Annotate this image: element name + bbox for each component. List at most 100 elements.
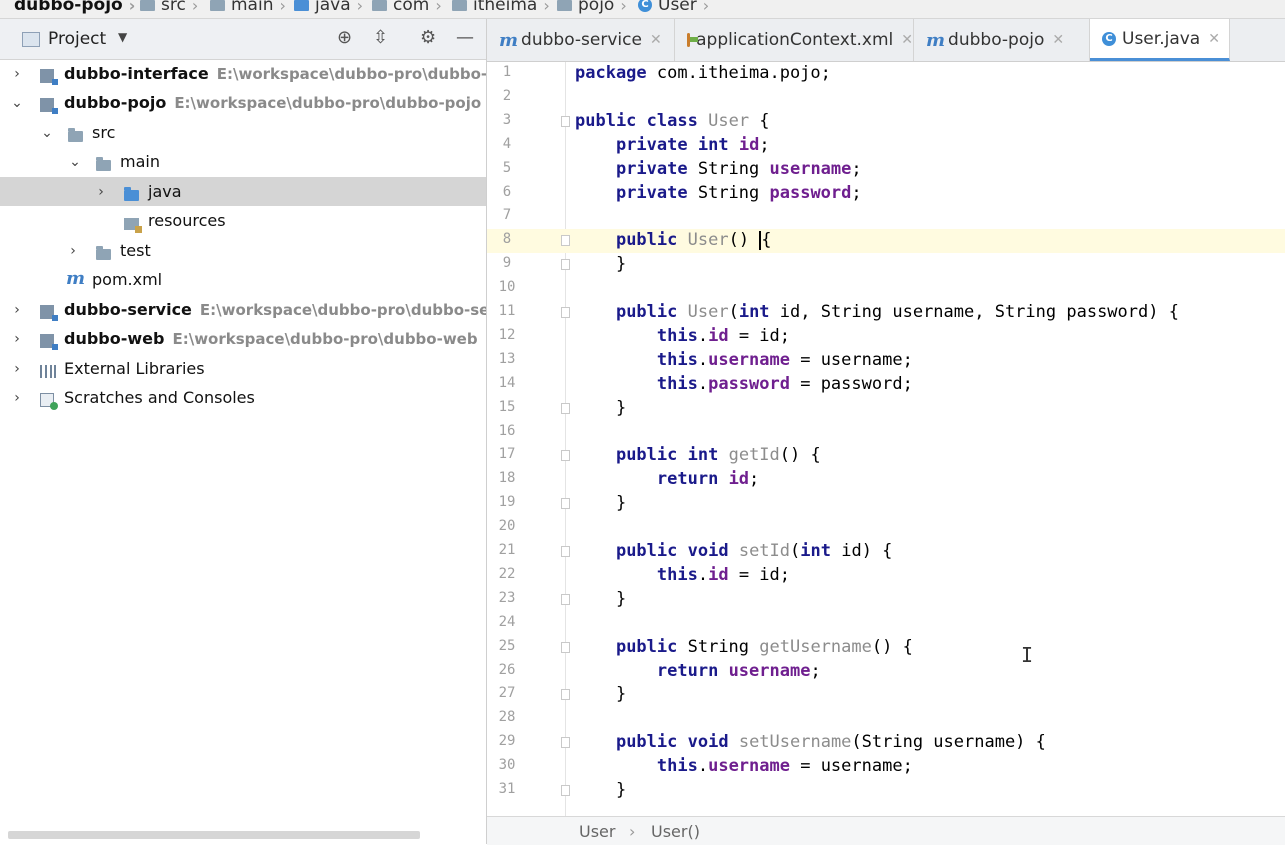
chevron-down-icon[interactable]: ▼: [118, 30, 127, 44]
project-panel-header: Project ▼ ⊕ ⇳ ⚙ —: [0, 19, 486, 60]
code-line[interactable]: 30 this.username = username;: [487, 755, 1285, 779]
chevron-right-icon[interactable]: ›: [10, 390, 24, 406]
code-line[interactable]: 17 public int getId() {: [487, 444, 1285, 468]
close-icon[interactable]: ✕: [901, 32, 913, 48]
tab-application-context-xml[interactable]: applicationContext.xml ✕: [675, 19, 914, 61]
fold-marker-icon[interactable]: [561, 259, 570, 271]
code-editor[interactable]: 1 package com.itheima.pojo; 2 3 public class…: [487, 62, 1285, 816]
code-line[interactable]: 14 this.password = password;: [487, 373, 1285, 397]
code-text: return id;: [656, 469, 760, 490]
code-line[interactable]: 29 public void setUsername(String userna…: [487, 731, 1285, 755]
fold-marker-icon[interactable]: [561, 402, 570, 414]
tree-item-pom-xml[interactable]: m pom.xml: [0, 265, 486, 294]
chevron-right-icon[interactable]: ›: [10, 302, 24, 318]
fold-marker-icon[interactable]: [561, 785, 570, 796]
breadcrumb-label: java: [315, 0, 351, 15]
code-line[interactable]: 6 private String password;: [487, 182, 1285, 206]
chevron-right-icon[interactable]: ›: [66, 243, 80, 259]
fold-marker-icon[interactable]: [561, 689, 570, 701]
gear-icon[interactable]: ⚙: [420, 27, 436, 48]
chevron-right-icon[interactable]: ›: [10, 66, 24, 82]
horizontal-scrollbar[interactable]: [8, 831, 420, 839]
breadcrumb-item-user[interactable]: C User ›: [638, 0, 709, 15]
code-line[interactable]: 31 }: [487, 779, 1285, 803]
tab-label: dubbo-service: [521, 30, 642, 50]
tree-item-java[interactable]: › java: [0, 177, 486, 206]
code-line[interactable]: 4 private int id;: [487, 134, 1285, 158]
fold-marker-icon[interactable]: [561, 641, 570, 653]
code-line[interactable]: 28: [487, 707, 1285, 731]
close-icon[interactable]: ✕: [1052, 32, 1064, 48]
code-line[interactable]: 15 }: [487, 397, 1285, 421]
tree-item-dubbo-interface[interactable]: › dubbo-interface E:\workspace\dubbo-pro\…: [0, 59, 486, 88]
tree-item-dubbo-pojo[interactable]: ⌄ dubbo-pojo E:\workspace\dubbo-pro\dubbo…: [0, 88, 486, 117]
tree-item-dubbo-service[interactable]: › dubbo-service E:\workspace\dubbo-pro\du…: [0, 295, 486, 324]
code-text: private String username;: [615, 158, 862, 179]
code-line[interactable]: 3 public class User {: [487, 110, 1285, 134]
code-text: return username;: [656, 660, 821, 681]
code-line[interactable]: 2: [487, 86, 1285, 110]
breadcrumb-item-src[interactable]: src ›: [140, 0, 198, 15]
tree-item-test[interactable]: › test: [0, 236, 486, 265]
fold-marker-icon[interactable]: [561, 546, 570, 557]
breadcrumb-item-main[interactable]: main ›: [210, 0, 286, 15]
breadcrumb-item-java[interactable]: java ›: [294, 0, 363, 15]
code-line[interactable]: 26 return username;: [487, 660, 1285, 684]
close-icon[interactable]: ✕: [650, 32, 662, 48]
fold-marker-icon[interactable]: [561, 115, 570, 127]
code-line[interactable]: 11 public User(int id, String username, …: [487, 301, 1285, 325]
code-line[interactable]: 16: [487, 421, 1285, 445]
collapse-all-icon[interactable]: ⇳: [373, 27, 388, 48]
fold-marker-icon[interactable]: [561, 593, 570, 605]
code-line[interactable]: 12 this.id = id;: [487, 325, 1285, 349]
close-icon[interactable]: ✕: [1208, 31, 1220, 47]
tree-item-scratches[interactable]: › Scratches and Consoles: [0, 383, 486, 412]
fold-marker-icon[interactable]: [561, 737, 570, 749]
code-line[interactable]: 1 package com.itheima.pojo;: [487, 62, 1285, 86]
locate-icon[interactable]: ⊕: [337, 27, 352, 48]
fold-marker-icon[interactable]: [561, 498, 570, 510]
tab-user-java[interactable]: C User.java ✕: [1090, 19, 1230, 61]
tab-dubbo-pojo[interactable]: m dubbo-pojo ✕: [914, 19, 1090, 61]
tree-item-main[interactable]: ⌄ main: [0, 147, 486, 176]
hide-panel-icon[interactable]: —: [456, 27, 474, 48]
code-line[interactable]: 9 }: [487, 253, 1285, 277]
fold-marker-icon[interactable]: [561, 450, 570, 462]
editor-breadcrumb-class[interactable]: User: [579, 822, 615, 841]
code-line[interactable]: 20: [487, 516, 1285, 540]
tab-label: applicationContext.xml: [696, 30, 894, 50]
chevron-right-icon[interactable]: ›: [94, 184, 108, 200]
code-line[interactable]: 23 }: [487, 588, 1285, 612]
breadcrumb-item-pojo[interactable]: pojo ›: [557, 0, 627, 15]
project-view-selector[interactable]: Project: [48, 29, 106, 49]
code-line[interactable]: 18 return id;: [487, 468, 1285, 492]
module-icon: [40, 69, 58, 85]
breadcrumb-item-com[interactable]: com ›: [372, 0, 442, 15]
code-line[interactable]: 7: [487, 205, 1285, 229]
tree-item-src[interactable]: ⌄ src: [0, 118, 486, 147]
tab-dubbo-service[interactable]: m dubbo-service ✕: [487, 19, 675, 61]
code-line[interactable]: 27 }: [487, 683, 1285, 707]
code-line[interactable]: 22 this.id = id;: [487, 564, 1285, 588]
code-line[interactable]: 19 }: [487, 492, 1285, 516]
code-line[interactable]: 13 this.username = username;: [487, 349, 1285, 373]
breadcrumb-item-dubbo-pojo[interactable]: dubbo-pojo ›: [14, 0, 135, 15]
code-line[interactable]: 8 public User() {: [487, 229, 1285, 254]
chevron-right-icon[interactable]: ›: [10, 361, 24, 377]
tree-item-external-libraries[interactable]: › External Libraries: [0, 354, 486, 383]
code-line[interactable]: 25 public String getUsername() {: [487, 636, 1285, 660]
code-line[interactable]: 10: [487, 277, 1285, 301]
breadcrumb-item-itheima[interactable]: itheima ›: [452, 0, 550, 15]
chevron-right-icon[interactable]: ›: [10, 331, 24, 347]
fold-marker-icon[interactable]: [561, 307, 570, 318]
tree-item-resources[interactable]: resources: [0, 206, 486, 235]
fold-marker-icon[interactable]: [561, 235, 570, 247]
chevron-down-icon[interactable]: ⌄: [10, 95, 24, 111]
code-line[interactable]: 5 private String username;: [487, 158, 1285, 182]
editor-breadcrumb-method[interactable]: User(): [651, 822, 700, 841]
chevron-down-icon[interactable]: ⌄: [68, 154, 82, 170]
chevron-down-icon[interactable]: ⌄: [40, 125, 54, 141]
code-line[interactable]: 21 public void setId(int id) {: [487, 540, 1285, 564]
tree-item-dubbo-web[interactable]: › dubbo-web E:\workspace\dubbo-pro\dubbo-…: [0, 324, 486, 353]
code-line[interactable]: 24: [487, 612, 1285, 636]
